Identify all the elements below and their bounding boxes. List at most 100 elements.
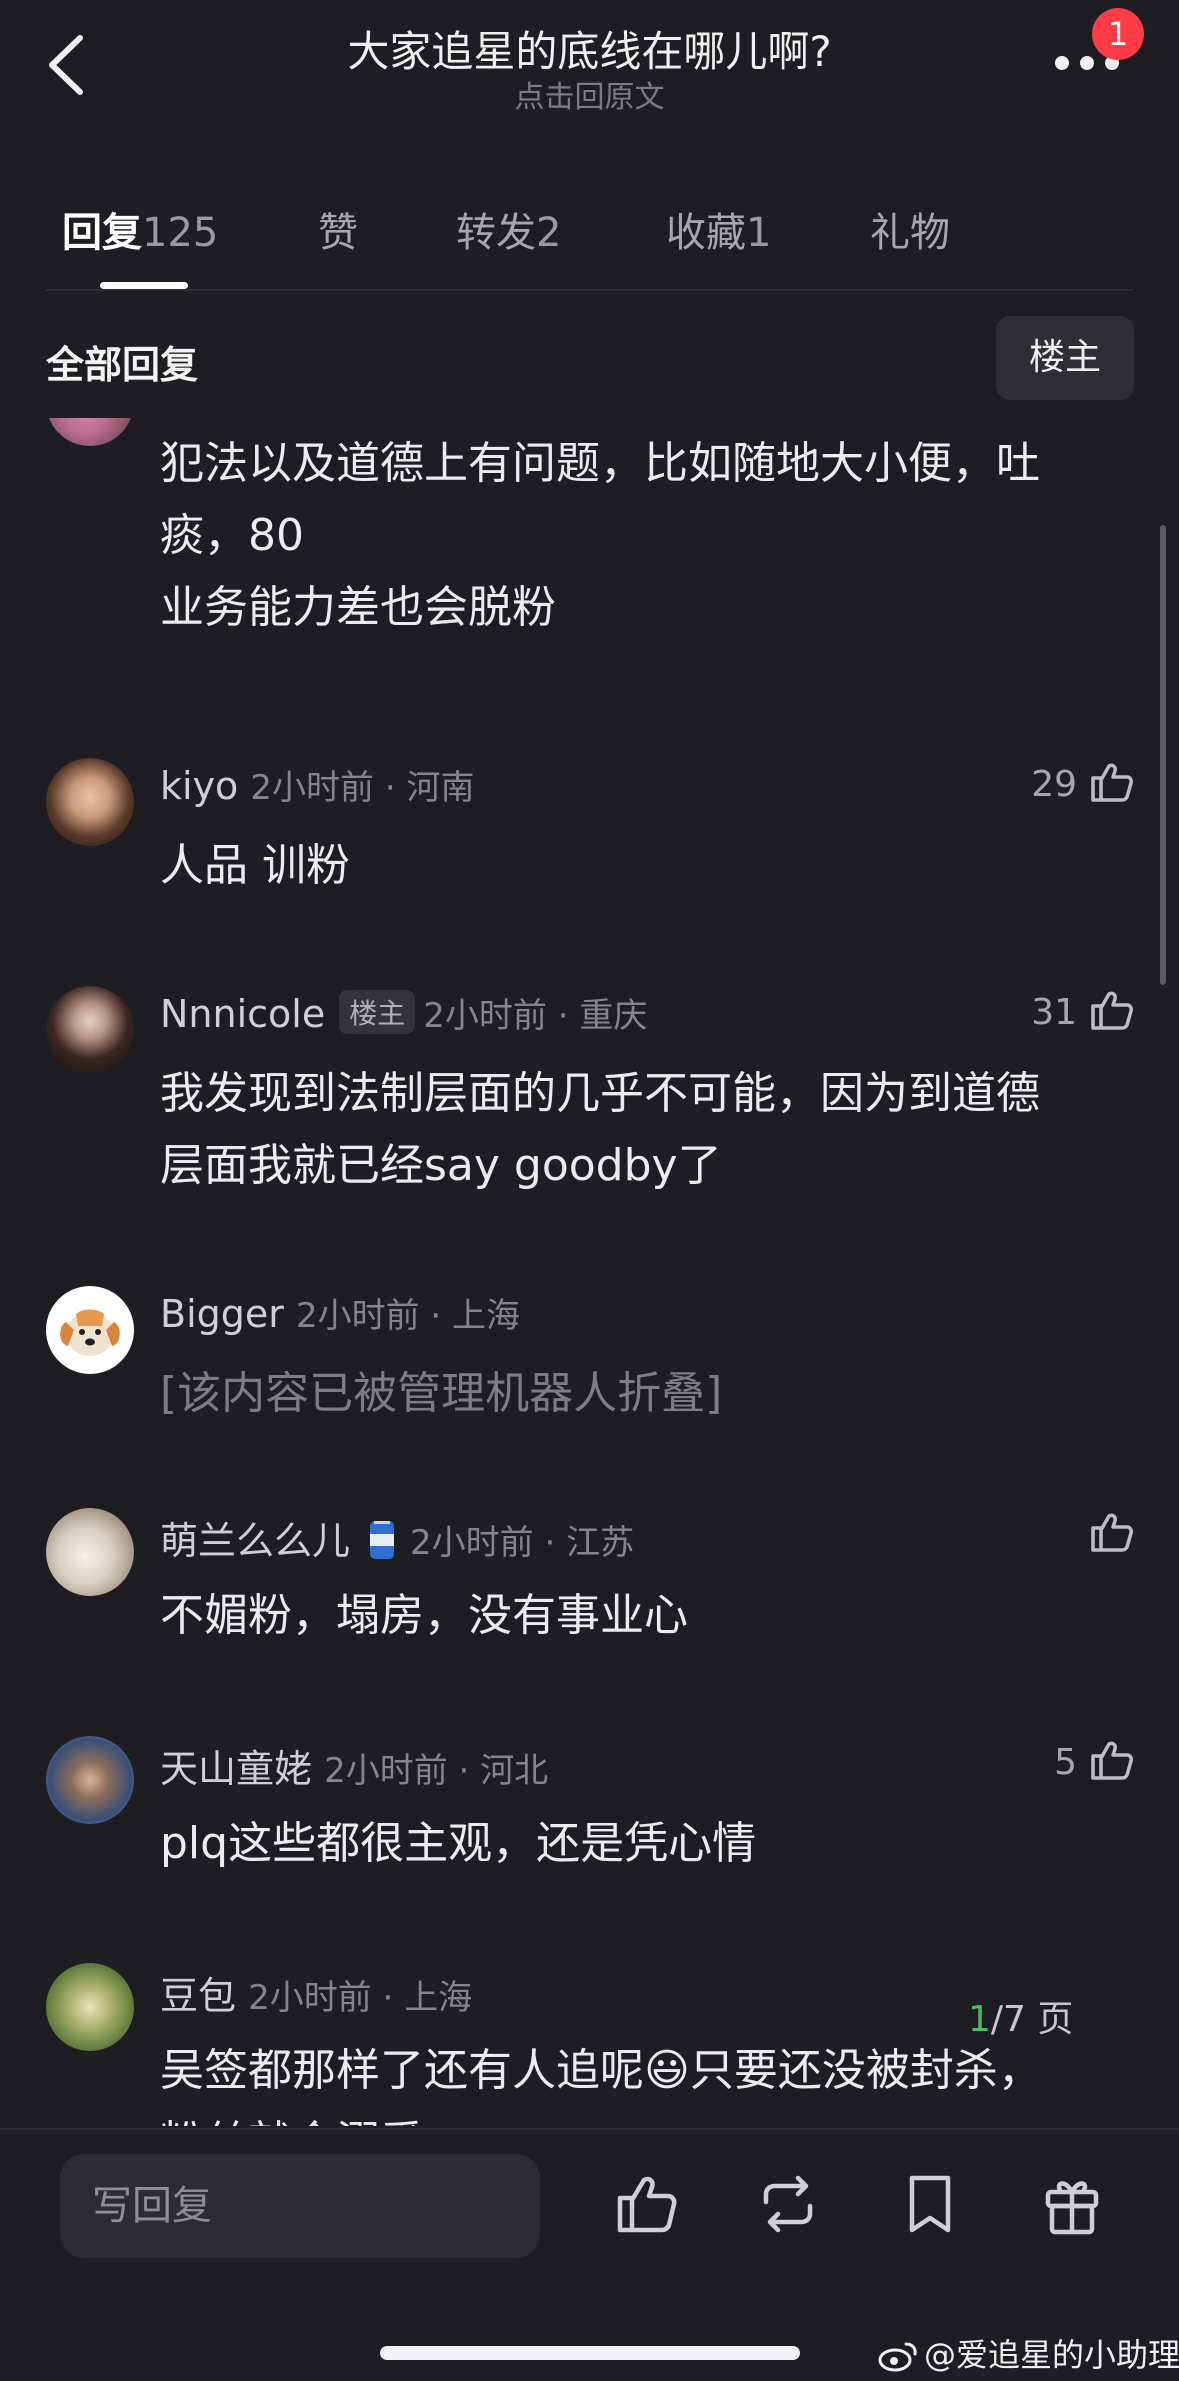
comment-meta: 萌兰么么儿 2小时前 · 江苏 — [160, 1510, 634, 1565]
owner-tag: 楼主 — [339, 990, 416, 1034]
tab-label: 转发 — [456, 210, 536, 256]
username[interactable]: 萌兰么么儿 — [160, 1519, 350, 1563]
comment-text-line: 人品 训粉 — [160, 840, 350, 891]
time-text: 2小时前 — [324, 1751, 448, 1791]
comment-body: 人品 训粉 — [160, 830, 1120, 902]
home-indicator[interactable] — [380, 2346, 800, 2360]
current-page: 1 — [968, 1999, 991, 2040]
like-button[interactable] — [1077, 1508, 1135, 1556]
weibo-logo-icon — [878, 2342, 917, 2372]
like-button[interactable]: 31 — [1031, 986, 1135, 1034]
like-count: 31 — [1031, 992, 1077, 1033]
comment-list[interactable]: 犯法以及道德上有问题，比如随地大小便，吐 痰，80 业务能力差也会脱粉 kiyo… — [0, 418, 1179, 2126]
top-bar: 大家追星的底线在哪儿啊? 点击回原文 1 — [0, 0, 1179, 120]
meta-separator: · — [419, 1296, 453, 1336]
meta-separator: · — [374, 768, 407, 808]
location-text: 江苏 — [566, 1523, 635, 1563]
comment-meta: 豆包 2小时前 · 上海 — [160, 1965, 472, 2020]
all-replies-label[interactable]: 全部回复 — [46, 334, 198, 389]
owner-only-button[interactable]: 楼主 — [996, 316, 1134, 400]
thumbs-up-icon — [1091, 1513, 1133, 1552]
username[interactable]: Nnnicole — [160, 992, 325, 1036]
notification-badge: 1 — [1092, 8, 1144, 60]
avatar[interactable] — [46, 1736, 134, 1824]
like-count: 29 — [1031, 764, 1077, 805]
thumbs-up-icon[interactable] — [614, 2168, 678, 2240]
location-text: 河南 — [406, 768, 475, 808]
tab-label: 礼物 — [870, 210, 950, 256]
avatar[interactable] — [46, 986, 134, 1074]
username[interactable]: kiyo — [160, 764, 238, 808]
tab-bar: 回复125 赞 转发2 收藏1 礼物 — [0, 190, 1179, 290]
tab-label: 收藏 — [666, 210, 746, 256]
tab-favorites[interactable]: 收藏1 — [666, 200, 771, 258]
thumbs-up-icon — [1091, 763, 1133, 802]
time-text: 2小时前 — [248, 1978, 372, 2018]
like-button[interactable]: 5 — [1054, 1736, 1135, 1784]
avatar[interactable] — [46, 1286, 134, 1374]
comment-text-line: 我发现到法制层面的几乎不可能，因为到道德 — [160, 1068, 1040, 1119]
username[interactable]: Bigger — [160, 1292, 284, 1336]
avatar[interactable] — [46, 1508, 134, 1596]
page-indicator[interactable]: 1/7 页 — [968, 1990, 1108, 2046]
tab-count: 125 — [142, 210, 219, 256]
comment-body: 吴签都那样了还有人追呢😃只要还没被封杀， 粉丝就会溺爱 — [160, 2035, 1120, 2126]
avatar[interactable] — [46, 418, 134, 446]
comment-text-line: 层面我就已经say goodby了 — [160, 1140, 722, 1191]
location-text: 上海 — [452, 1296, 521, 1336]
comment-body: plq这些都很主观，还是凭心情 — [160, 1808, 1120, 1880]
tab-count: 2 — [536, 210, 562, 256]
avatar[interactable] — [46, 758, 134, 846]
drink-can-icon — [370, 1521, 395, 1559]
page-title[interactable]: 大家追星的底线在哪儿啊? — [0, 18, 1179, 79]
page-total: /7 页 — [990, 1999, 1074, 2040]
like-count: 5 — [1054, 1742, 1077, 1783]
username[interactable]: 天山童姥 — [160, 1747, 312, 1791]
comment-body: [该内容已被管理机器人折叠] — [160, 1358, 1120, 1430]
tab-count: 1 — [746, 210, 772, 256]
comment-meta: Bigger 2小时前 · 上海 — [160, 1288, 520, 1337]
comment-text-line: 痰，80 — [160, 510, 304, 561]
comment-text-line: 犯法以及道德上有问题，比如随地大小便，吐 — [160, 438, 1040, 489]
meta-separator: · — [533, 1523, 567, 1563]
reply-input[interactable]: 写回复 — [60, 2154, 540, 2258]
repost-icon[interactable] — [756, 2168, 820, 2240]
comment-meta: Nnnicole 楼主 2小时前 · 重庆 — [160, 988, 647, 1037]
scrollbar[interactable] — [1160, 525, 1166, 985]
comment-text-line: 业务能力差也会脱粉 — [160, 582, 556, 633]
divider — [46, 289, 1134, 291]
tab-replies[interactable]: 回复125 — [62, 200, 218, 258]
location-text: 上海 — [404, 1978, 473, 2018]
thumbs-up-icon — [1091, 991, 1133, 1030]
gift-icon[interactable] — [1040, 2168, 1104, 2240]
tab-gifts[interactable]: 礼物 — [870, 200, 950, 258]
comment-text-line: plq这些都很主观，还是凭心情 — [160, 1818, 757, 1869]
comment-text-line: [该内容已被管理机器人折叠] — [160, 1368, 723, 1419]
comment-text-line: 粉丝就会溺爱 — [160, 2107, 1120, 2126]
tab-active-indicator — [100, 282, 188, 289]
meta-separator: · — [447, 1751, 481, 1791]
meta-separator: · — [371, 1978, 405, 2018]
watermark-text: @爱追星的小助理 — [924, 2336, 1179, 2374]
tab-likes[interactable]: 赞 — [318, 200, 358, 258]
tab-reposts[interactable]: 转发2 — [456, 200, 561, 258]
comment-meta: kiyo 2小时前 · 河南 — [160, 760, 474, 809]
avatar[interactable] — [46, 1963, 134, 2051]
location-text: 重庆 — [579, 996, 648, 1036]
like-button[interactable]: 29 — [1031, 758, 1135, 806]
time-text: 2小时前 — [295, 1296, 420, 1336]
bookmark-icon[interactable] — [898, 2168, 962, 2240]
back-to-original-link[interactable]: 点击回原文 — [0, 72, 1179, 116]
watermark: @爱追星的小助理 — [878, 2330, 1179, 2376]
comment-body: 不媚粉，塌房，没有事业心 — [160, 1580, 1120, 1652]
tab-label: 赞 — [318, 210, 358, 256]
time-text: 2小时前 — [423, 996, 547, 1036]
time-text: 2小时前 — [410, 1523, 534, 1563]
comment-text-line: 不媚粉，塌房，没有事业心 — [160, 1590, 688, 1641]
comment-body: 犯法以及道德上有问题，比如随地大小便，吐 痰，80 业务能力差也会脱粉 — [160, 428, 1120, 644]
time-text: 2小时前 — [250, 768, 375, 808]
username[interactable]: 豆包 — [160, 1974, 236, 2018]
tab-label: 回复 — [62, 210, 142, 256]
comment-body: 我发现到法制层面的几乎不可能，因为到道德 层面我就已经say goodby了 — [160, 1058, 1120, 1202]
bottom-bar: 写回复 @爱追星的小助理 — [0, 2128, 1179, 2381]
